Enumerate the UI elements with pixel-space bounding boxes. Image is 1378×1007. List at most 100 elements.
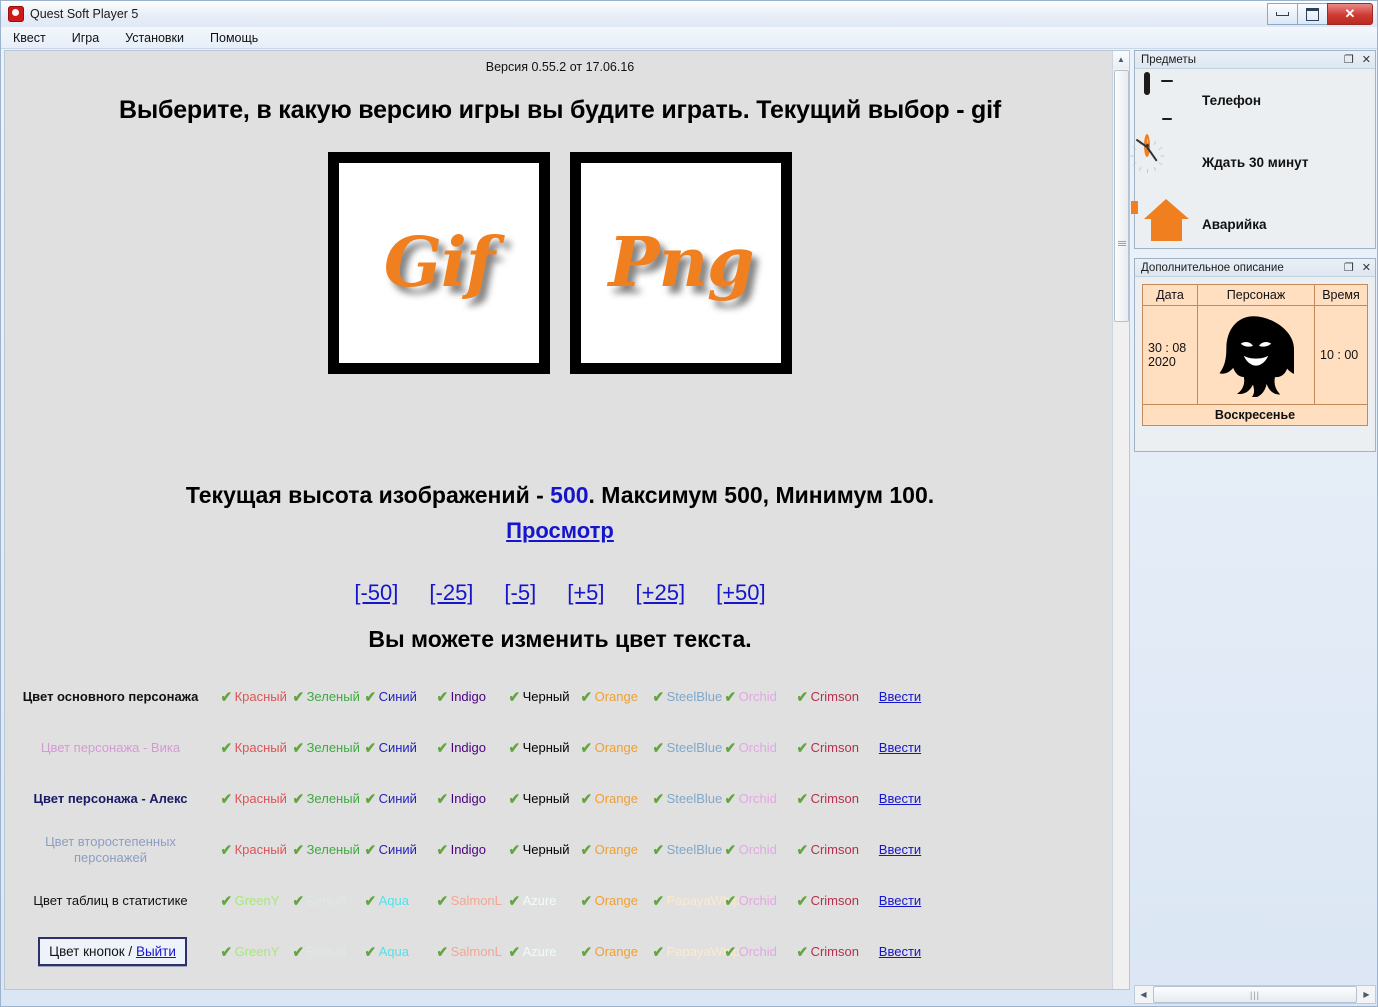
horizontal-scrollbar[interactable]: ◀ ||| ▶ — [1134, 985, 1376, 1004]
enter-link[interactable]: Ввести — [868, 791, 932, 806]
color-option-3-2[interactable]: ✔ Синий — [364, 841, 436, 859]
menu-item-ustanovki[interactable]: Установки — [125, 31, 184, 45]
button-color-exit-button[interactable]: Цвет кнопок / Выйти — [38, 937, 187, 966]
color-option-5-2[interactable]: ✔ Aqua — [364, 943, 436, 961]
color-option-3-5[interactable]: ✔ Orange — [580, 841, 652, 859]
color-option-5-7[interactable]: ✔ Orchid — [724, 943, 796, 961]
enter-link[interactable]: Ввести — [868, 842, 932, 857]
color-option-1-0[interactable]: ✔ Красный — [220, 739, 292, 757]
scroll-right-button[interactable]: ▶ — [1358, 986, 1375, 1003]
items-panel-close-icon[interactable]: ✕ — [1362, 53, 1371, 66]
color-option-3-4[interactable]: ✔ Черный — [508, 841, 580, 859]
color-option-label: Aqua — [378, 893, 409, 908]
color-option-0-5[interactable]: ✔ Orange — [580, 688, 652, 706]
color-option-2-7[interactable]: ✔ Orchid — [724, 790, 796, 808]
color-option-2-1[interactable]: ✔ Зеленый — [292, 790, 364, 808]
step-plus-5[interactable]: [+5] — [567, 580, 604, 606]
exit-link[interactable]: Выйти — [136, 944, 176, 959]
color-option-2-3[interactable]: ✔ Indigo — [436, 790, 508, 808]
color-option-0-0[interactable]: ✔ Красный — [220, 688, 292, 706]
item-phone[interactable]: Телефон — [1135, 69, 1375, 131]
color-option-4-3[interactable]: ✔ SalmonL — [436, 892, 508, 910]
items-panel-header: Предметы ❐ ✕ — [1135, 51, 1375, 69]
color-option-2-0[interactable]: ✔ Красный — [220, 790, 292, 808]
color-option-4-6[interactable]: ✔ PapayaWhip — [652, 892, 741, 910]
color-option-2-6[interactable]: ✔ SteelBlue — [652, 790, 724, 808]
close-button[interactable]: ✕ — [1327, 3, 1373, 25]
color-option-0-7[interactable]: ✔ Orchid — [724, 688, 796, 706]
color-option-3-0[interactable]: ✔ Красный — [220, 841, 292, 859]
color-option-4-0[interactable]: ✔ GreenY — [220, 892, 292, 910]
color-option-label: Красный — [234, 740, 287, 755]
items-panel-restore-icon[interactable]: ❐ — [1344, 53, 1354, 66]
item-wait-30-min[interactable]: Ждать 30 минут — [1130, 131, 1375, 193]
enter-link[interactable]: Ввести — [868, 893, 932, 908]
color-row-label: Цвет персонажа - Алекс — [33, 790, 188, 806]
color-option-0-3[interactable]: ✔ Indigo — [436, 688, 508, 706]
color-option-5-1[interactable]: ✔ Белый — [292, 943, 364, 961]
menu-item-pomosh[interactable]: Помощь — [210, 31, 258, 45]
enter-link[interactable]: Ввести — [868, 944, 932, 959]
horizontal-scroll-thumb[interactable]: ||| — [1153, 986, 1357, 1003]
color-option-0-2[interactable]: ✔ Синий — [364, 688, 436, 706]
vertical-scrollbar[interactable]: ▲ — [1112, 51, 1129, 989]
preview-link[interactable]: Просмотр — [5, 518, 1115, 544]
color-option-5-6[interactable]: ✔ PapayaWhip — [652, 943, 741, 961]
minimize-button[interactable] — [1267, 3, 1298, 25]
color-option-3-8[interactable]: ✔ Crimson — [796, 841, 868, 859]
item-avarijka[interactable]: Аварийка — [1131, 186, 1375, 255]
color-option-3-6[interactable]: ✔ SteelBlue — [652, 841, 724, 859]
color-option-5-0[interactable]: ✔ GreenY — [220, 943, 292, 961]
step-minus-50[interactable]: [-50] — [354, 580, 398, 606]
check-icon: ✔ — [364, 841, 376, 859]
color-option-2-8[interactable]: ✔ Crimson — [796, 790, 868, 808]
png-image-button[interactable]: Png — [570, 152, 792, 374]
step-minus-25[interactable]: [-25] — [429, 580, 473, 606]
description-panel-close-icon[interactable]: ✕ — [1362, 261, 1371, 274]
step-plus-25[interactable]: [+25] — [636, 580, 686, 606]
color-row-label: Цвет персонажа - Вика — [40, 739, 181, 755]
maximize-button[interactable] — [1297, 3, 1328, 25]
color-option-2-5[interactable]: ✔ Orange — [580, 790, 652, 808]
color-option-5-5[interactable]: ✔ Orange — [580, 943, 652, 961]
color-option-0-1[interactable]: ✔ Зеленый — [292, 688, 364, 706]
right-dock: Предметы ❐ ✕ Телефон Ждать 30 минут Авар… — [1130, 50, 1376, 1006]
color-option-4-2[interactable]: ✔ Aqua — [364, 892, 436, 910]
color-option-0-4[interactable]: ✔ Черный — [508, 688, 580, 706]
color-option-1-2[interactable]: ✔ Синий — [364, 739, 436, 757]
color-option-2-4[interactable]: ✔ Черный — [508, 790, 580, 808]
color-option-4-5[interactable]: ✔ Orange — [580, 892, 652, 910]
color-option-3-7[interactable]: ✔ Orchid — [724, 841, 796, 859]
color-option-4-7[interactable]: ✔ Orchid — [724, 892, 796, 910]
color-option-1-1[interactable]: ✔ Зеленый — [292, 739, 364, 757]
color-option-4-4[interactable]: ✔ Azure — [508, 892, 580, 910]
color-option-3-1[interactable]: ✔ Зеленый — [292, 841, 364, 859]
gif-image-button[interactable]: Gif — [328, 152, 550, 374]
color-option-4-1[interactable]: ✔ Белый — [292, 892, 364, 910]
scroll-up-button[interactable]: ▲ — [1113, 51, 1129, 68]
color-option-5-4[interactable]: ✔ Azure — [508, 943, 580, 961]
color-option-1-5[interactable]: ✔ Orange — [580, 739, 652, 757]
color-option-1-4[interactable]: ✔ Черный — [508, 739, 580, 757]
color-option-1-3[interactable]: ✔ Indigo — [436, 739, 508, 757]
enter-link[interactable]: Ввести — [868, 740, 932, 755]
color-option-1-8[interactable]: ✔ Crimson — [796, 739, 868, 757]
scroll-left-button[interactable]: ◀ — [1135, 986, 1152, 1003]
color-option-4-8[interactable]: ✔ Crimson — [796, 892, 868, 910]
step-plus-50[interactable]: [+50] — [716, 580, 766, 606]
color-option-0-6[interactable]: ✔ SteelBlue — [652, 688, 724, 706]
color-option-3-3[interactable]: ✔ Indigo — [436, 841, 508, 859]
color-option-5-8[interactable]: ✔ Crimson — [796, 943, 868, 961]
vertical-scroll-thumb[interactable] — [1114, 70, 1129, 322]
color-option-1-7[interactable]: ✔ Orchid — [724, 739, 796, 757]
color-option-1-6[interactable]: ✔ SteelBlue — [652, 739, 724, 757]
menu-item-igra[interactable]: Игра — [72, 31, 99, 45]
menu-item-kvest[interactable]: Квест — [13, 31, 46, 45]
description-panel-restore-icon[interactable]: ❐ — [1344, 261, 1354, 274]
enter-link[interactable]: Ввести — [868, 689, 932, 704]
color-option-0-8[interactable]: ✔ Crimson — [796, 688, 868, 706]
color-option-2-2[interactable]: ✔ Синий — [364, 790, 436, 808]
color-option-5-3[interactable]: ✔ SalmonL — [436, 943, 508, 961]
game-page: Версия 0.55.2 от 17.06.16 Выберите, в ка… — [5, 51, 1115, 989]
step-minus-5[interactable]: [-5] — [504, 580, 536, 606]
